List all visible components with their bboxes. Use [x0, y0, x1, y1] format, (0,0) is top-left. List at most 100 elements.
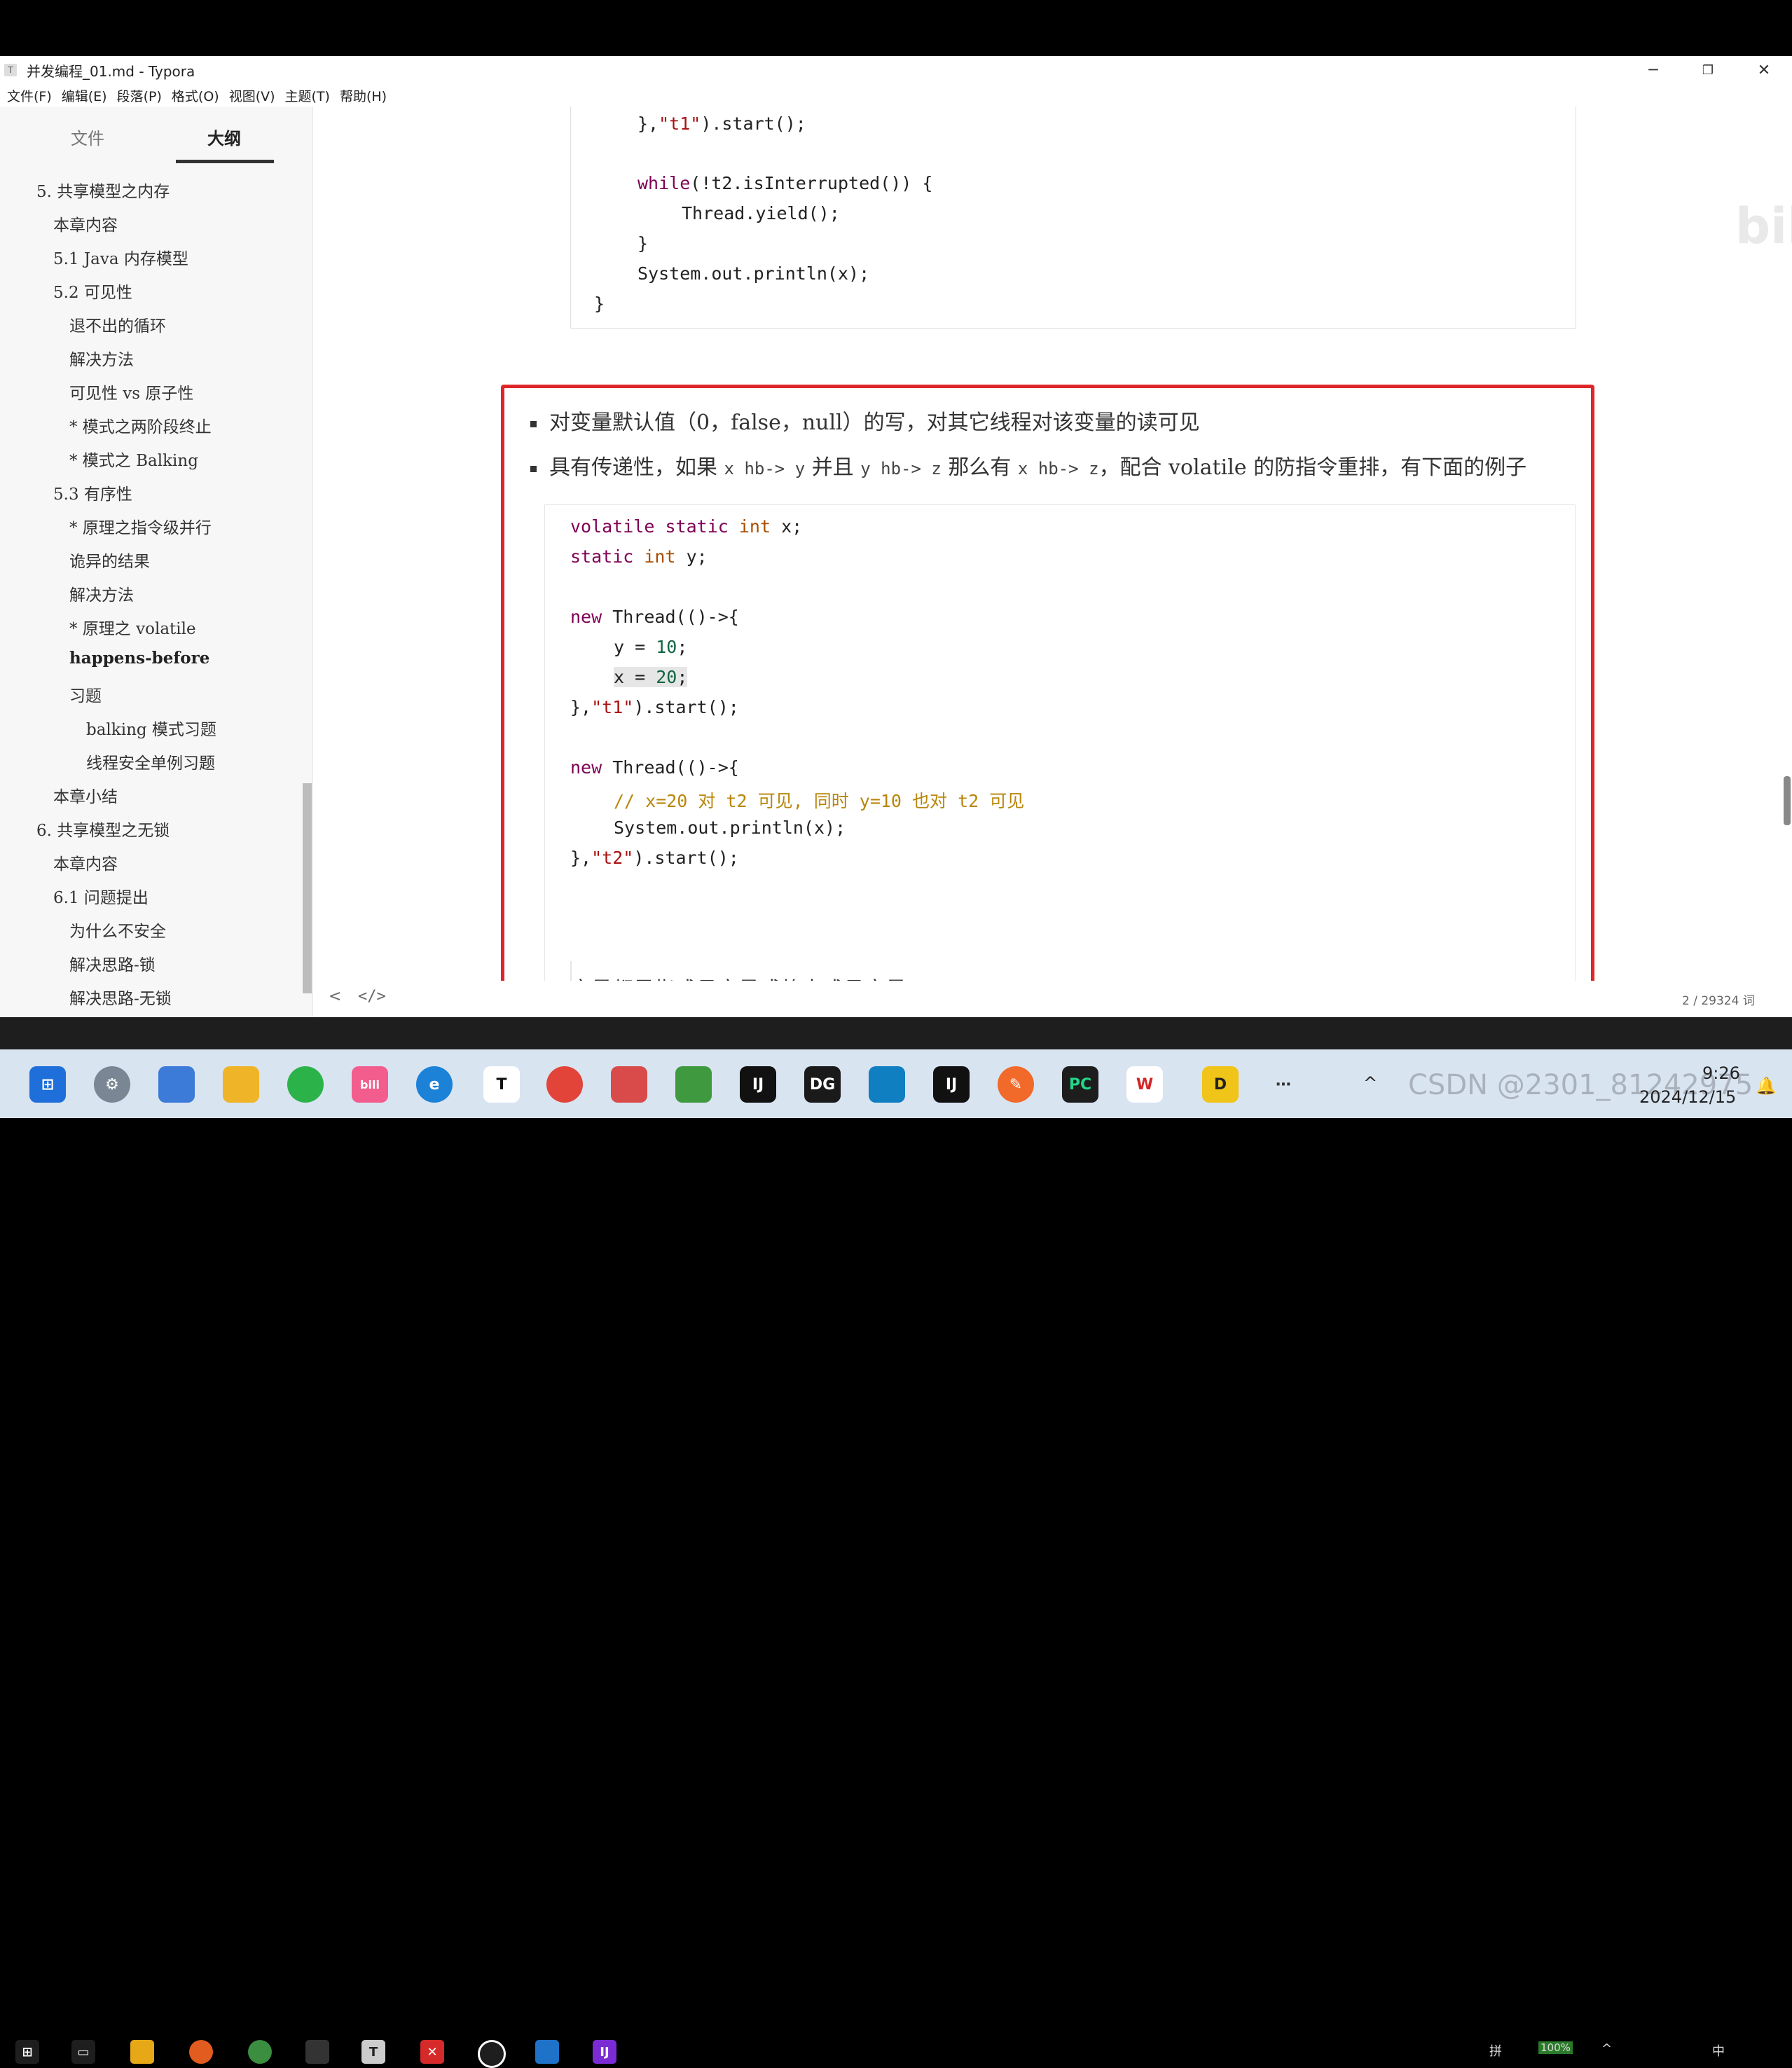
task-view-icon[interactable]: ▭	[71, 2040, 95, 2064]
clock-date[interactable]: 2024/12/15	[1639, 1087, 1736, 1107]
menu-help[interactable]: 帮助(H)	[340, 86, 387, 105]
code-line-selected: x = 20;	[614, 667, 688, 687]
settings-gear-icon[interactable]: ⚙	[94, 1066, 130, 1103]
outline-item[interactable]: 本章内容	[53, 850, 118, 874]
tab-files[interactable]: 文件	[71, 125, 104, 149]
code-block-main[interactable]: volatile static int x; static int y; new…	[544, 504, 1576, 991]
outline-item[interactable]: 线程安全单例习题	[86, 750, 215, 773]
chart-app-icon[interactable]	[675, 1066, 712, 1103]
outline-item[interactable]: 为什么不安全	[69, 918, 166, 942]
bullet-marker	[530, 420, 537, 427]
tray-expand-icon[interactable]: ^	[1363, 1073, 1377, 1093]
menu-view[interactable]: 视图(V)	[229, 86, 275, 105]
outline-item[interactable]: 5.3 有序性	[53, 481, 132, 504]
close-button[interactable]: ✕	[1739, 56, 1788, 84]
wps-icon[interactable]: W	[1126, 1066, 1163, 1103]
start-icon[interactable]: ⊞	[29, 1066, 66, 1103]
bullet-marker	[530, 465, 537, 472]
outline-item[interactable]: 习题	[69, 682, 102, 706]
intellij-icon[interactable]: IJ	[593, 2040, 616, 2064]
outline-item[interactable]: 可见性 vs 原子性	[69, 380, 193, 404]
more-apps-icon[interactable]: ⋯	[1265, 1066, 1302, 1103]
notification-bell-icon[interactable]: 🔔	[1756, 1076, 1777, 1096]
outline-item[interactable]: * 模式之 Balking	[69, 447, 198, 471]
outline-item[interactable]: 解决方法	[69, 346, 134, 370]
toggle-sidebar-icon[interactable]: <	[329, 988, 341, 1005]
outline-item-active[interactable]: happens-before	[69, 649, 209, 668]
intellij-icon[interactable]: IJ	[740, 1066, 776, 1103]
chrome-icon[interactable]	[546, 1066, 583, 1103]
outline-item[interactable]: * 原理之 volatile	[69, 615, 196, 639]
menu-theme[interactable]: 主题(T)	[285, 86, 330, 105]
battery-indicator[interactable]: 100%	[1538, 2041, 1573, 2054]
firefox-icon[interactable]	[189, 2040, 213, 2064]
bilibili-icon[interactable]: bili	[352, 1066, 388, 1103]
typora-icon[interactable]: T	[483, 1066, 520, 1103]
tab-outline[interactable]: 大纲	[207, 125, 241, 149]
outline-item[interactable]: 6. 共享模型之无锁	[36, 817, 170, 841]
record-icon[interactable]	[478, 2040, 506, 2068]
outline-item[interactable]: balking 模式习题	[86, 716, 216, 740]
ime-indicator[interactable]: 拼	[1489, 2041, 1502, 2060]
clock-time[interactable]: 9:26	[1702, 1063, 1740, 1083]
pen-app-icon[interactable]: ✎	[998, 1066, 1034, 1103]
code-line: new Thread(()->{	[570, 757, 739, 778]
edge-icon[interactable]: e	[416, 1066, 453, 1103]
editor-area[interactable]: bilibili },"t1").start(); while(!t2.isIn…	[313, 106, 1792, 1017]
maximize-button[interactable]: ❐	[1683, 56, 1732, 84]
outline-item[interactable]: 5.2 可见性	[53, 279, 132, 303]
outline-item[interactable]: 解决思路-锁	[69, 951, 156, 975]
sidebar-scrollbar[interactable]	[303, 783, 312, 993]
outline-item[interactable]: 5.1 Java 内存模型	[53, 245, 188, 269]
code-line: volatile static int x;	[570, 516, 803, 537]
ime-lang-indicator[interactable]: 中	[1712, 2041, 1725, 2060]
menu-file[interactable]: 文件(F)	[7, 86, 52, 105]
outline-item[interactable]: 退不出的循环	[69, 312, 166, 336]
sidebar-tabs: 文件 大纲	[0, 106, 312, 167]
folder-icon[interactable]	[223, 1066, 259, 1103]
code-line: },"t1").start();	[637, 113, 806, 134]
outline-item[interactable]: * 模式之两阶段终止	[69, 413, 212, 437]
file-explorer-icon[interactable]	[130, 2040, 154, 2064]
chrome-icon[interactable]	[248, 2040, 272, 2064]
code-line: while(!t2.isInterrupted()) {	[637, 173, 933, 193]
outline-item[interactable]: 诡异的结果	[69, 548, 150, 572]
outline-item[interactable]: 解决方法	[69, 581, 134, 605]
outline-item[interactable]: 5. 共享模型之内存	[36, 178, 170, 202]
app-icon[interactable]: D	[1202, 1066, 1239, 1103]
menu-paragraph[interactable]: 段落(P)	[117, 86, 162, 105]
menu-format[interactable]: 格式(O)	[172, 86, 219, 105]
outline-item[interactable]: 本章小结	[53, 783, 118, 807]
outline-item[interactable]: 6.1 问题提出	[53, 884, 149, 908]
window-titlebar: T 并发编程_01.md - Typora ─ ❐ ✕	[0, 56, 1792, 84]
intellij-icon-2[interactable]: IJ	[933, 1066, 970, 1103]
minimize-button[interactable]: ─	[1629, 56, 1678, 84]
vscode-icon[interactable]	[535, 2040, 559, 2064]
code-block-top[interactable]: },"t1").start(); while(!t2.isInterrupted…	[570, 106, 1576, 329]
source-mode-icon[interactable]: </>	[358, 988, 386, 1005]
sidebar: 文件 大纲 5. 共享模型之内存 本章内容 5.1 Java 内存模型 5.2 …	[0, 106, 313, 1017]
editor-scrollbar[interactable]	[1784, 776, 1791, 825]
tray-expand-icon[interactable]: ^	[1601, 2041, 1612, 2056]
terminal-icon[interactable]	[305, 2040, 329, 2064]
photos-icon[interactable]	[158, 1066, 195, 1103]
typora-icon[interactable]: T	[361, 2040, 385, 2064]
outline-item[interactable]: 解决思路-无锁	[69, 985, 172, 1009]
code-line: new Thread(()->{	[570, 607, 739, 627]
eraser-app-icon[interactable]	[611, 1066, 647, 1103]
xmind-icon[interactable]: ✕	[420, 2040, 444, 2064]
menu-edit[interactable]: 编辑(E)	[62, 86, 107, 105]
wechat-icon[interactable]	[287, 1066, 324, 1103]
datagrip-icon[interactable]: DG	[804, 1066, 841, 1103]
remote-desktop-icon[interactable]	[869, 1066, 905, 1103]
code-line: System.out.println(x);	[614, 818, 846, 838]
typora-app-icon: T	[4, 64, 17, 76]
word-count[interactable]: 2 / 29324 词	[1682, 991, 1755, 1008]
pycharm-icon[interactable]: PC	[1062, 1066, 1098, 1103]
outline-item[interactable]: * 原理之指令级并行	[69, 514, 212, 538]
outline-item[interactable]: 本章内容	[53, 212, 118, 235]
code-line: Thread.yield();	[682, 203, 840, 223]
start-icon[interactable]: ⊞	[15, 2040, 39, 2064]
code-line: },"t2").start();	[570, 848, 739, 868]
code-line: },"t1").start();	[570, 697, 739, 717]
